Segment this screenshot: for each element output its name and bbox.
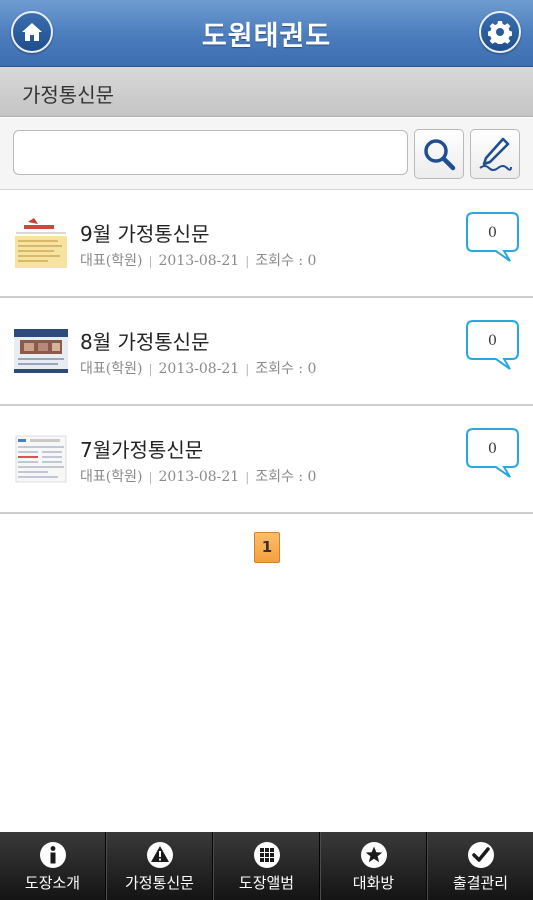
post-views: 조회수 : 0 bbox=[255, 361, 317, 377]
post-date: 2013-08-21 bbox=[158, 361, 240, 377]
search-bar bbox=[0, 118, 533, 190]
post-title: 8월 가정통신문 bbox=[80, 330, 210, 354]
tab-album[interactable]: 도장앨범 bbox=[213, 832, 320, 900]
list-item[interactable]: 8월 가정통신문 대표(학원) | 2013-08-21 | 조회수 : 0 0 bbox=[0, 298, 533, 406]
post-title: 9월 가정통신문 bbox=[80, 222, 210, 246]
tab-label: 도장앨범 bbox=[238, 874, 295, 892]
post-meta: 대표(학원) | 2013-08-21 | 조회수 : 0 bbox=[80, 466, 316, 486]
star-icon bbox=[360, 842, 387, 868]
post-thumbnail bbox=[14, 432, 68, 486]
notice-list: 9월 가정통신문 대표(학원) | 2013-08-21 | 조회수 : 0 0 bbox=[0, 190, 533, 514]
search-input[interactable] bbox=[13, 130, 408, 175]
meta-divider: | bbox=[245, 470, 250, 484]
section-title: 가정통신문 bbox=[22, 83, 114, 107]
section-header: 가정통신문 bbox=[0, 67, 533, 117]
tab-label: 대화방 bbox=[352, 874, 395, 892]
tab-chat[interactable]: 대화방 bbox=[320, 832, 427, 900]
comment-count: 0 bbox=[488, 441, 497, 457]
bottom-tab-bar: 도장소개 가정통신문 도장앨범 대화방 출결관리 bbox=[0, 832, 533, 900]
meta-divider: | bbox=[148, 254, 153, 268]
search-button[interactable] bbox=[414, 129, 464, 179]
post-author: 대표(학원) bbox=[80, 361, 143, 377]
meta-divider: | bbox=[148, 362, 153, 376]
post-meta: 대표(학원) | 2013-08-21 | 조회수 : 0 bbox=[80, 358, 316, 378]
post-author: 대표(학원) bbox=[80, 253, 143, 269]
app-root: 도원태권도 가정통신문 9월 가정통신문 대표(학원) | 2013-08-21… bbox=[0, 0, 533, 900]
tab-label: 출결관리 bbox=[452, 874, 509, 892]
post-thumbnail bbox=[14, 216, 68, 270]
settings-button[interactable] bbox=[479, 11, 521, 53]
tab-label: 가정통신문 bbox=[124, 874, 194, 892]
meta-divider: | bbox=[148, 470, 153, 484]
post-date: 2013-08-21 bbox=[158, 253, 240, 269]
meta-divider: | bbox=[245, 362, 250, 376]
post-meta: 대표(학원) | 2013-08-21 | 조회수 : 0 bbox=[80, 250, 316, 270]
list-item[interactable]: 9월 가정통신문 대표(학원) | 2013-08-21 | 조회수 : 0 0 bbox=[0, 190, 533, 298]
write-button[interactable] bbox=[470, 129, 520, 179]
gear-icon bbox=[488, 21, 512, 44]
app-header: 도원태권도 bbox=[0, 0, 533, 67]
comment-count: 0 bbox=[488, 225, 497, 241]
list-item[interactable]: 7월가정통신문 대표(학원) | 2013-08-21 | 조회수 : 0 0 bbox=[0, 406, 533, 514]
info-icon bbox=[39, 842, 66, 868]
comment-count-bubble[interactable]: 0 bbox=[466, 212, 519, 262]
tab-dojang-intro[interactable]: 도장소개 bbox=[0, 832, 106, 900]
meta-divider: | bbox=[245, 254, 250, 268]
comment-count-bubble[interactable]: 0 bbox=[466, 428, 519, 478]
app-title: 도원태권도 bbox=[201, 21, 332, 52]
post-thumbnail bbox=[14, 324, 68, 378]
post-views: 조회수 : 0 bbox=[255, 469, 317, 485]
pen-icon bbox=[479, 137, 512, 171]
tab-newsletter[interactable]: 가정통신문 bbox=[106, 832, 213, 900]
grid-icon bbox=[253, 842, 280, 868]
tab-label: 도장소개 bbox=[24, 874, 81, 892]
comment-count: 0 bbox=[488, 333, 497, 349]
post-title: 7월가정통신문 bbox=[80, 438, 204, 462]
search-icon bbox=[424, 139, 456, 171]
page-number-current[interactable]: 1 bbox=[254, 532, 280, 563]
post-author: 대표(학원) bbox=[80, 469, 143, 485]
post-views: 조회수 : 0 bbox=[255, 253, 317, 269]
comment-count-bubble[interactable]: 0 bbox=[466, 320, 519, 370]
tab-attendance[interactable]: 출결관리 bbox=[427, 832, 533, 900]
post-date: 2013-08-21 bbox=[158, 469, 240, 485]
warning-icon bbox=[146, 842, 173, 868]
check-icon bbox=[467, 842, 494, 868]
